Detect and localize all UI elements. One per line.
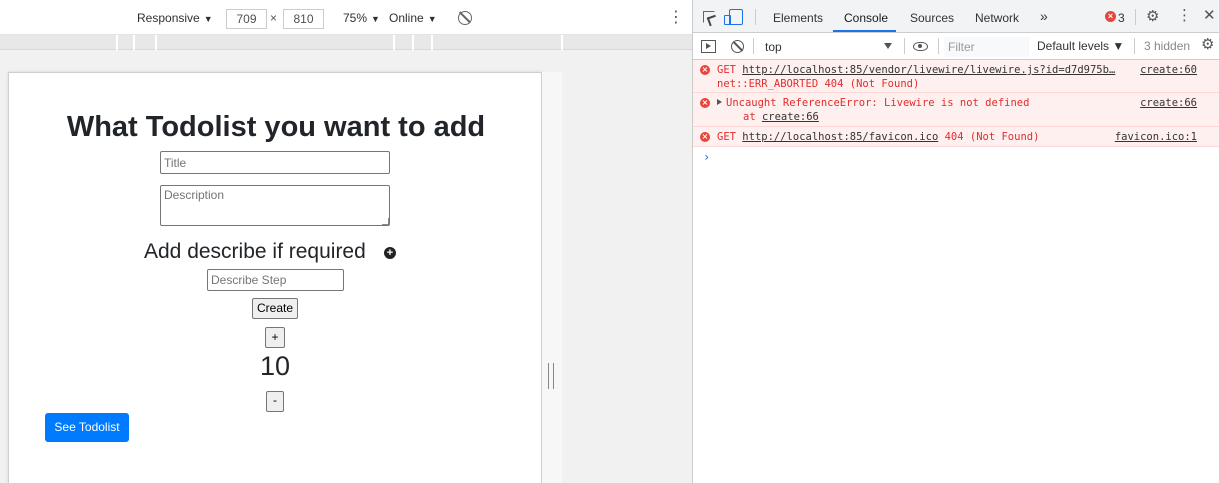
error-icon: × bbox=[700, 98, 710, 108]
inspect-element-icon[interactable] bbox=[703, 11, 715, 23]
error-count[interactable]: 3 bbox=[1118, 11, 1125, 25]
source-link[interactable]: create:66 bbox=[1140, 96, 1197, 110]
toolbar-divider bbox=[755, 9, 756, 25]
tab-elements[interactable]: Elements bbox=[773, 0, 823, 33]
device-emulation-pane: Responsive ▼ 709 × 810 75% ▼ Online ▼ ⋮ Wha… bbox=[0, 0, 692, 483]
more-options-icon[interactable]: ⋮ bbox=[1177, 8, 1192, 23]
error-url-link[interactable]: http://localhost:85/favicon.ico bbox=[742, 131, 938, 143]
context-select[interactable]: top bbox=[759, 37, 899, 57]
page-viewport: What Todolist you want to add Add descri… bbox=[8, 72, 542, 483]
plus-circle-icon[interactable]: + bbox=[384, 247, 396, 259]
device-select[interactable]: Responsive ▼ bbox=[137, 11, 213, 25]
settings-gear-icon[interactable]: ⚙ bbox=[1146, 9, 1159, 24]
ruler-divider bbox=[412, 35, 414, 50]
close-icon[interactable]: ✕ bbox=[1203, 8, 1216, 23]
console-error-message: × GET http://localhost:85/favicon.ico 40… bbox=[693, 127, 1219, 147]
viewport-resize-handle[interactable] bbox=[548, 363, 554, 389]
describe-step-input[interactable] bbox=[207, 269, 344, 291]
create-button[interactable]: Create bbox=[252, 298, 298, 319]
stack-prefix: at bbox=[743, 111, 762, 123]
source-link[interactable]: favicon.ico:1 bbox=[1115, 130, 1197, 144]
hidden-count: 3 hidden bbox=[1144, 39, 1191, 53]
error-status: 404 (Not Found) bbox=[938, 131, 1040, 143]
description-textarea[interactable] bbox=[160, 185, 390, 226]
filter-input[interactable] bbox=[944, 37, 1029, 57]
eye-icon[interactable] bbox=[913, 42, 928, 51]
caret-down-icon[interactable] bbox=[884, 43, 892, 49]
toolbar-divider bbox=[1134, 38, 1135, 54]
dimension-separator: × bbox=[270, 11, 278, 25]
devtools-tabbar: Elements Console Sources Network » × 3 ⚙… bbox=[693, 0, 1219, 33]
error-detail: net::ERR_ABORTED 404 (Not Found) bbox=[717, 78, 920, 90]
caret-down-icon: ▼ bbox=[371, 14, 380, 24]
devtools-panel: Elements Console Sources Network » × 3 ⚙… bbox=[692, 0, 1219, 483]
console-prompt-caret-icon[interactable]: › bbox=[703, 150, 710, 164]
media-query-ruler bbox=[0, 35, 692, 50]
log-levels-dropdown[interactable]: Default levels ▼ bbox=[1037, 39, 1124, 53]
toolbar-divider bbox=[753, 38, 754, 54]
ruler-divider bbox=[116, 35, 118, 50]
decrement-button[interactable]: - bbox=[266, 391, 284, 412]
console-toolbar: top Default levels ▼ 3 hidden ⚙ bbox=[693, 33, 1219, 60]
console-settings-gear-icon[interactable]: ⚙ bbox=[1201, 37, 1214, 53]
height-input[interactable]: 810 bbox=[283, 9, 324, 29]
expand-caret-icon[interactable] bbox=[717, 99, 722, 105]
network-throttle-select[interactable]: Online ▼ bbox=[389, 11, 437, 25]
device-toolbar: Responsive ▼ 709 × 810 75% ▼ Online ▼ ⋮ bbox=[0, 0, 692, 35]
active-tab-indicator bbox=[833, 30, 896, 32]
sidebar-toggle-icon[interactable] bbox=[701, 40, 716, 53]
console-error-message: × Uncaught ReferenceError: Livewire is n… bbox=[693, 93, 1219, 127]
ruler-divider bbox=[155, 35, 157, 50]
console-error-message: × GET http://localhost:85/vendor/livewir… bbox=[693, 60, 1219, 93]
tab-sources[interactable]: Sources bbox=[910, 0, 954, 33]
viewport-gutter bbox=[542, 72, 562, 483]
source-link[interactable]: create:60 bbox=[1140, 63, 1197, 77]
ruler-divider bbox=[561, 35, 563, 50]
error-url-link[interactable]: http://localhost:85/vendor/livewire/live… bbox=[742, 64, 1115, 76]
more-tabs-icon[interactable]: » bbox=[1040, 8, 1048, 24]
network-label: Online bbox=[389, 11, 424, 25]
console-messages: × GET http://localhost:85/vendor/livewir… bbox=[693, 60, 1219, 147]
error-icon[interactable]: × bbox=[1105, 11, 1116, 22]
caret-down-icon: ▼ bbox=[427, 14, 437, 24]
increment-button[interactable]: + bbox=[265, 327, 285, 348]
clear-console-icon[interactable] bbox=[731, 40, 744, 53]
error-icon: × bbox=[700, 65, 710, 75]
device-toggle-icon[interactable] bbox=[724, 9, 743, 25]
tab-console[interactable]: Console bbox=[844, 0, 888, 33]
toolbar-divider bbox=[938, 38, 939, 54]
ruler-divider bbox=[393, 35, 395, 50]
ruler-divider bbox=[431, 35, 433, 50]
page-title: What Todolist you want to add bbox=[66, 111, 486, 143]
error-icon: × bbox=[700, 132, 710, 142]
error-text: Uncaught ReferenceError: Livewire is not… bbox=[726, 97, 1030, 109]
ruler-divider bbox=[133, 35, 135, 50]
more-options-icon[interactable]: ⋮ bbox=[668, 10, 684, 28]
zoom-select[interactable]: 75% ▼ bbox=[343, 11, 380, 25]
request-method: GET bbox=[717, 64, 743, 76]
see-todolist-button[interactable]: See Todolist bbox=[45, 413, 129, 442]
caret-down-icon: ▼ bbox=[203, 14, 213, 24]
rotate-icon[interactable] bbox=[458, 11, 472, 25]
zoom-label: 75% bbox=[343, 11, 368, 25]
device-select-label: Responsive bbox=[137, 11, 200, 25]
width-input[interactable]: 709 bbox=[226, 9, 267, 29]
describe-heading: Add describe if required bbox=[144, 240, 366, 263]
title-input[interactable] bbox=[160, 151, 390, 174]
counter-value: 10 bbox=[259, 351, 291, 381]
stack-link[interactable]: create:66 bbox=[762, 111, 819, 123]
tab-network[interactable]: Network bbox=[975, 0, 1019, 33]
toolbar-divider bbox=[904, 38, 905, 54]
toolbar-divider bbox=[1135, 9, 1136, 25]
request-method: GET bbox=[717, 131, 743, 143]
